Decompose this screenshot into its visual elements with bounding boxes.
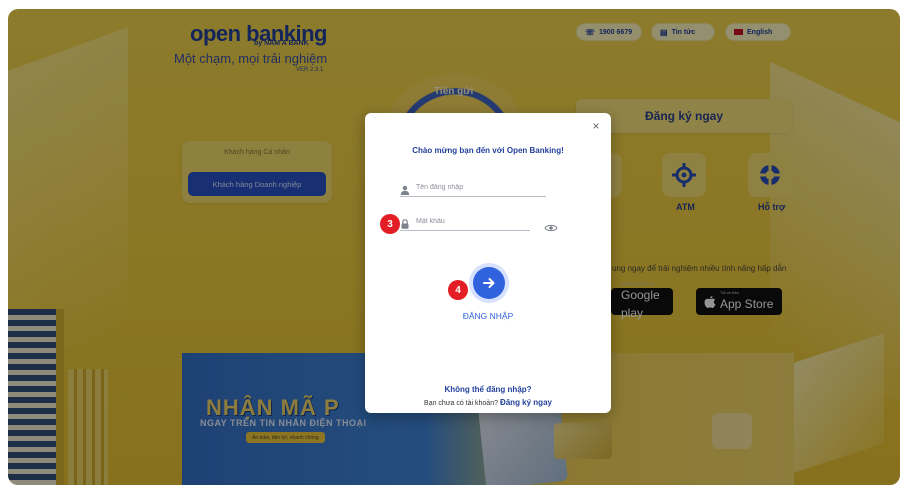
app-frame: open banking by NAM A BANK Một chạm, mọi… bbox=[8, 9, 900, 485]
login-modal: × Chào mừng bạn đến với Open Banking! Tê… bbox=[365, 113, 611, 413]
login-label: ĐĂNG NHẬP bbox=[462, 311, 514, 321]
step-badge-4: 4 bbox=[448, 280, 468, 300]
cant-login-link[interactable]: Không thể đăng nhập? bbox=[365, 385, 611, 394]
no-account-line: Bạn chưa có tài khoản? Đăng ký ngay bbox=[365, 398, 611, 407]
step-badge-3: 3 bbox=[380, 214, 400, 234]
password-field bbox=[400, 213, 540, 231]
close-icon[interactable]: × bbox=[589, 119, 603, 133]
username-input[interactable] bbox=[416, 179, 540, 195]
register-link[interactable]: Đăng ký ngay bbox=[500, 398, 552, 407]
user-icon bbox=[400, 185, 410, 195]
login-submit-button[interactable] bbox=[473, 267, 505, 299]
password-input[interactable] bbox=[416, 213, 540, 229]
no-account-text: Bạn chưa có tài khoản? bbox=[424, 400, 498, 407]
arrow-right-icon bbox=[483, 278, 495, 288]
modal-title: Chào mừng bạn đến với Open Banking! bbox=[412, 146, 564, 155]
lock-icon bbox=[401, 219, 409, 229]
eye-icon[interactable] bbox=[544, 223, 558, 233]
username-field bbox=[400, 179, 546, 197]
